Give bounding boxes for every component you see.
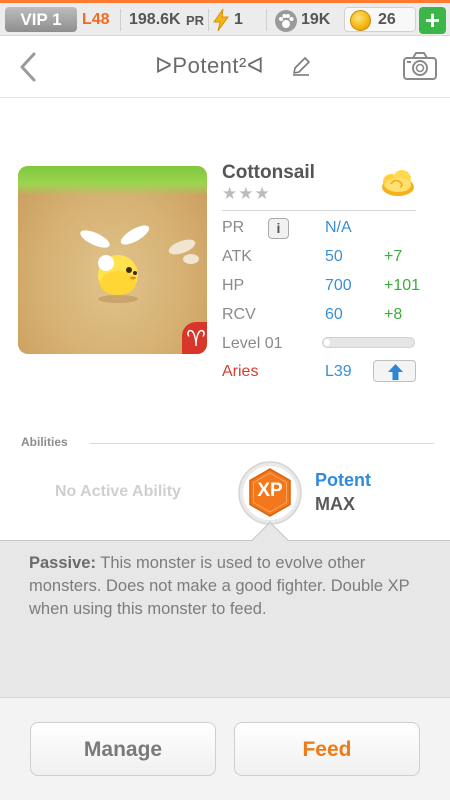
energy-count: 1: [234, 11, 243, 28]
monster-detail-screen: VIP 1 L48 198.6K PR 1 19K 26 + ᐅPotent²ᐊ…: [0, 0, 450, 800]
rcv-value: 60: [325, 306, 343, 323]
cloud-icon: [382, 170, 414, 196]
rcv-bonus: +8: [384, 306, 403, 323]
divider: [208, 9, 209, 31]
monster-name: Cottonsail: [222, 162, 315, 183]
atk-value: 50: [325, 248, 343, 265]
xp-progress-fill: [324, 339, 330, 346]
zodiac-level: L39: [325, 363, 352, 380]
rarity-stars: ★★★: [222, 184, 271, 203]
camera-icon[interactable]: [402, 51, 438, 81]
monster-sprite: [80, 225, 150, 303]
up-arrow-icon: [388, 364, 403, 380]
abilities-heading: Abilities: [21, 435, 68, 449]
nickname-title[interactable]: ᐅPotent²ᐊ: [150, 53, 310, 83]
feed-button[interactable]: Feed: [234, 722, 420, 776]
passive-label: Passive:: [29, 554, 96, 572]
coin-icon: [350, 10, 371, 31]
passive-ability-name: Potent: [315, 470, 371, 490]
passive-badge-label: XP: [257, 480, 283, 501]
pr-value: N/A: [325, 219, 352, 236]
add-coins-button[interactable]: +: [419, 7, 446, 34]
atk-bonus: +7: [384, 248, 403, 265]
coin-count: 26: [378, 11, 396, 28]
status-bar: VIP 1 L48 198.6K PR 1 19K 26 +: [0, 3, 450, 36]
xp-progress-bar: [322, 337, 415, 348]
zodiac-upgrade-button[interactable]: [373, 360, 416, 382]
atk-label: ATK: [222, 248, 252, 265]
level-label: Level 01: [222, 335, 283, 352]
divider: [90, 443, 434, 444]
active-ability: No Active Ability: [55, 483, 181, 500]
grass-decor: [18, 166, 207, 196]
player-pr-unit: PR: [186, 13, 205, 28]
divider: [222, 210, 416, 211]
divider: [120, 9, 121, 31]
passive-description: Passive: This monster is used to evolve …: [29, 552, 434, 621]
rock-decor: [183, 254, 199, 264]
aries-icon: ♈: [182, 322, 207, 354]
lightning-icon: [213, 8, 229, 32]
zodiac-sign: Aries: [222, 363, 259, 380]
rcv-label: RCV: [222, 306, 256, 323]
hp-label: HP: [222, 277, 245, 294]
hp-value: 700: [325, 277, 352, 294]
pencil-icon[interactable]: [290, 55, 312, 77]
paw-icon: [275, 10, 297, 32]
passive-ability-level: MAX: [315, 494, 355, 514]
paw-count: 19K: [301, 11, 331, 28]
monster-portrait[interactable]: ♈: [18, 166, 207, 354]
back-chevron-icon[interactable]: [14, 50, 44, 84]
header: ᐅPotent²ᐊ: [0, 36, 450, 98]
player-level: L48: [82, 11, 110, 28]
manage-button[interactable]: Manage: [30, 722, 216, 776]
vip-badge[interactable]: VIP 1: [5, 7, 77, 32]
pr-label: PR: [222, 219, 245, 236]
info-button[interactable]: i: [268, 218, 289, 239]
player-pr-value: 198.6K: [129, 11, 181, 28]
hp-bonus: +101: [384, 277, 421, 294]
divider: [266, 9, 267, 31]
page-title: ᐅPotent²ᐊ: [155, 53, 265, 78]
